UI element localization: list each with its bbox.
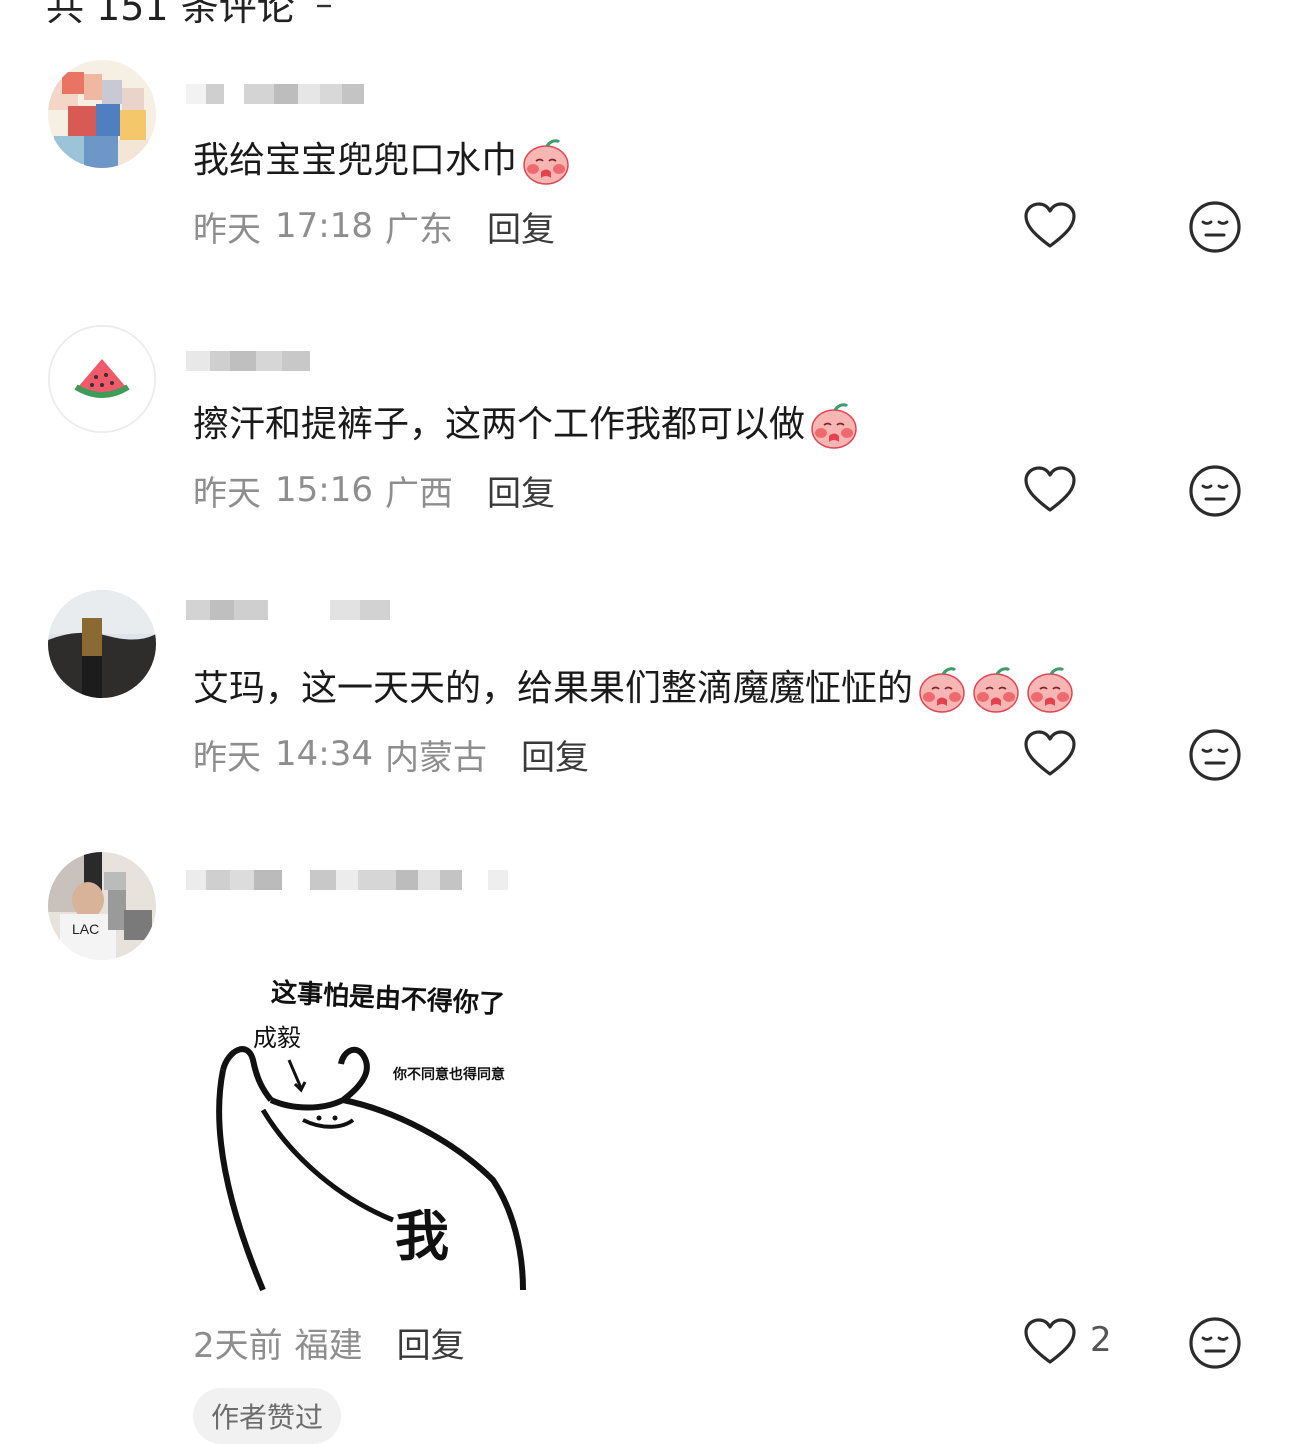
- comment-location: 广东: [384, 209, 453, 250]
- avatar[interactable]: [48, 60, 156, 168]
- comment-meta: 昨天 17:18 广东 回复: [193, 206, 555, 250]
- peach-shy-emoji-icon: [811, 403, 857, 449]
- peach-shy-emoji-icon: [973, 667, 1019, 713]
- author-liked-label: 作者赞过: [211, 1401, 324, 1434]
- comment-text: 擦汗和提裤子，这两个工作我都可以做: [193, 400, 859, 450]
- comment-text-content: 擦汗和提裤子，这两个工作我都可以做: [193, 404, 806, 445]
- svg-text:LAC: LAC: [72, 921, 99, 937]
- peach-shy-emoji-icon: [523, 139, 569, 185]
- avatar[interactable]: LAC: [48, 852, 156, 960]
- neutral-face-icon[interactable]: [1188, 1316, 1242, 1370]
- meme-sticker-image[interactable]: 这事怕是由不得你了 成毅 你不同意也得同意 我: [193, 960, 543, 1300]
- neutral-face-icon[interactable]: [1188, 464, 1242, 518]
- peach-shy-emoji-icon: [1027, 667, 1073, 713]
- author-liked-badge: 作者赞过: [193, 1388, 342, 1444]
- comment-text: 我给宝宝兜兜口水巾: [193, 136, 571, 186]
- comment-time: 17:18: [275, 206, 373, 246]
- comment-text: 艾玛，这一天天的，给果果们整滴魔魔怔怔的: [193, 664, 1075, 714]
- username-masked[interactable]: [186, 351, 310, 373]
- comment-location: 福建: [294, 1325, 363, 1366]
- sticker-label-name: 成毅: [253, 1024, 301, 1052]
- sticker-label-side: 你不同意也得同意: [393, 1067, 505, 1083]
- like-count: 2: [1090, 1320, 1112, 1360]
- reply-button[interactable]: 回复: [487, 466, 555, 515]
- username-masked[interactable]: [186, 870, 508, 892]
- comment-meta: 2天前 福建 回复: [193, 1322, 465, 1366]
- avatar[interactable]: [48, 325, 156, 433]
- neutral-face-icon[interactable]: [1188, 200, 1242, 254]
- reply-button[interactable]: 回复: [487, 202, 555, 251]
- comment-date: 2天前: [193, 1325, 283, 1366]
- comment-date: 昨天: [193, 737, 261, 778]
- sticker-label-me: 我: [395, 1205, 449, 1268]
- reply-button[interactable]: 回复: [521, 730, 589, 779]
- comment-time: 15:16: [275, 470, 373, 510]
- neutral-face-icon[interactable]: [1188, 728, 1242, 782]
- peach-shy-emoji-icon: [919, 667, 965, 713]
- comment-text-content: 我给宝宝兜兜口水巾: [193, 140, 518, 181]
- comment-meta: 昨天 14:34 内蒙古 回复: [193, 734, 589, 778]
- username-masked[interactable]: [186, 600, 390, 622]
- comments-header: 共 151 条评论: [46, 0, 337, 29]
- avatar[interactable]: [48, 590, 156, 698]
- heart-outline-icon[interactable]: [1023, 202, 1077, 250]
- comment-location: 广西: [384, 473, 453, 514]
- heart-outline-icon[interactable]: [1023, 730, 1077, 778]
- comment-text-content: 艾玛，这一天天的，给果果们整滴魔魔怔怔的: [193, 668, 914, 709]
- comment-meta: 昨天 15:16 广西 回复: [193, 470, 555, 514]
- sort-lines-icon[interactable]: [315, 0, 337, 14]
- username-masked[interactable]: [186, 84, 364, 106]
- comment-time: 14:34: [275, 734, 373, 774]
- comment-date: 昨天: [193, 473, 261, 514]
- comment-date: 昨天: [193, 209, 261, 250]
- heart-outline-icon[interactable]: [1023, 1318, 1077, 1366]
- heart-outline-icon[interactable]: [1023, 466, 1077, 514]
- comment-location: 内蒙古: [384, 737, 487, 778]
- reply-button[interactable]: 回复: [397, 1318, 465, 1367]
- comment-count-title: 共 151 条评论: [46, 0, 295, 29]
